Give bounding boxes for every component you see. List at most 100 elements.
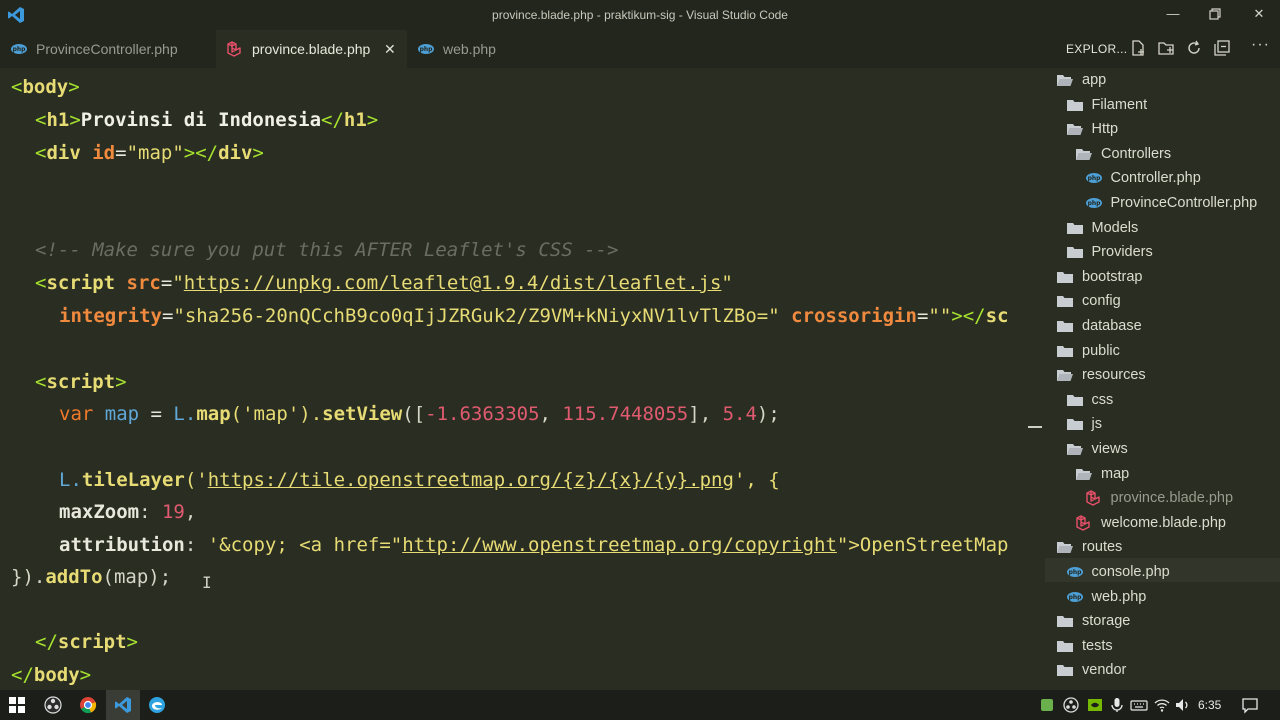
windows-start-icon[interactable] bbox=[7, 695, 27, 715]
token: src bbox=[115, 272, 161, 294]
wifi-icon[interactable] bbox=[1152, 695, 1172, 715]
folder-icon bbox=[1056, 293, 1074, 309]
token: body bbox=[22, 76, 69, 98]
title-bar: province.blade.php - praktikum-sig - Vis… bbox=[0, 0, 1280, 30]
php-icon: php bbox=[418, 44, 434, 54]
close-tab-icon[interactable]: ✕ bbox=[384, 30, 396, 68]
folder-icon bbox=[1066, 244, 1084, 260]
tree-item-label: web.php bbox=[1091, 588, 1147, 605]
tree-item-label: welcome.blade.php bbox=[1101, 514, 1226, 531]
tree-item-label: public bbox=[1082, 342, 1120, 359]
token: L. bbox=[59, 469, 82, 491]
obs-icon[interactable] bbox=[43, 695, 63, 715]
tree-item-label: storage bbox=[1082, 613, 1131, 630]
laravel-icon bbox=[1085, 490, 1103, 506]
token: < bbox=[35, 142, 47, 164]
php-icon: php bbox=[1085, 170, 1103, 186]
token: > bbox=[69, 109, 81, 131]
script-src-link[interactable]: https://unpkg.com/leaflet@1.9.4/dist/lea… bbox=[184, 272, 722, 294]
vscode-icon[interactable] bbox=[113, 695, 133, 715]
window-title: province.blade.php - praktikum-sig - Vis… bbox=[492, 8, 788, 22]
volume-icon[interactable] bbox=[1173, 695, 1193, 715]
tab-web-php[interactable]: php web.php bbox=[407, 30, 517, 68]
tree-item-label: routes bbox=[1082, 539, 1123, 556]
minimap-marker bbox=[1028, 426, 1042, 428]
tree-item-label: Filament bbox=[1091, 96, 1148, 113]
tab-province-controller[interactable]: php ProvinceController.php bbox=[0, 30, 214, 68]
folder-open-icon bbox=[1056, 367, 1074, 383]
php-icon: php bbox=[1085, 195, 1103, 211]
copyright-link[interactable]: http://www.openstreetmap.org/copyright bbox=[402, 534, 837, 556]
editor-tab-bar: php ProvinceController.php province.blad… bbox=[0, 30, 1045, 68]
php-icon: php bbox=[1066, 564, 1084, 580]
token: . bbox=[33, 566, 46, 588]
new-folder-icon[interactable] bbox=[1157, 39, 1175, 57]
php-icon: php bbox=[1066, 589, 1084, 605]
tree-item-label: database bbox=[1082, 318, 1142, 334]
tree-item-label: Providers bbox=[1091, 244, 1153, 261]
tab-label: ProvinceController.php bbox=[36, 41, 178, 57]
token: "map" bbox=[126, 142, 184, 164]
svg-text:php: php bbox=[13, 46, 27, 53]
token: < bbox=[35, 109, 47, 131]
token: , bbox=[539, 403, 563, 425]
token: }) bbox=[11, 566, 34, 588]
token: > bbox=[115, 371, 127, 393]
folder-icon bbox=[1056, 613, 1074, 629]
code-line: maxZoom: 19, bbox=[59, 496, 196, 529]
token: (map); bbox=[102, 566, 172, 588]
microphone-icon[interactable] bbox=[1107, 695, 1127, 715]
code-line: <script src="https://unpkg.com/leaflet@1… bbox=[35, 267, 733, 300]
token: setView bbox=[322, 403, 403, 425]
close-icon[interactable]: ✕ bbox=[1248, 4, 1270, 24]
code-line: var map = L.map('map').setView([-1.63633… bbox=[59, 398, 780, 431]
notifications-icon[interactable] bbox=[1240, 695, 1260, 715]
token: = bbox=[150, 403, 162, 425]
token: = bbox=[161, 305, 174, 327]
token: </ bbox=[11, 664, 34, 686]
svg-text:php: php bbox=[420, 46, 434, 53]
tab-province-blade[interactable]: province.blade.php ✕ bbox=[216, 30, 407, 68]
nvidia-icon[interactable] bbox=[1085, 695, 1105, 715]
tree-item-label: province.blade.php bbox=[1110, 490, 1234, 507]
windows-taskbar: 6:35 bbox=[0, 690, 1280, 720]
token: " bbox=[172, 272, 184, 294]
tray-app-icon[interactable] bbox=[1039, 695, 1055, 715]
token: = bbox=[916, 305, 929, 327]
token: integrity bbox=[59, 305, 162, 327]
folder-open-icon bbox=[1056, 539, 1074, 555]
token: h1 bbox=[46, 109, 70, 131]
token: div bbox=[46, 142, 81, 164]
token: tileLayer bbox=[81, 469, 185, 491]
collapse-all-icon[interactable] bbox=[1213, 39, 1231, 57]
token: crossorigin bbox=[779, 305, 917, 327]
tile-url-link[interactable]: https://tile.openstreetmap.org/{z}/{x}/{… bbox=[208, 469, 734, 491]
keyboard-icon[interactable] bbox=[1129, 695, 1149, 715]
folder-icon bbox=[1056, 318, 1074, 334]
folder-open-icon bbox=[1075, 466, 1093, 482]
folder-icon bbox=[1066, 392, 1084, 408]
clock-time[interactable]: 6:35 bbox=[1198, 698, 1221, 712]
chrome-icon[interactable] bbox=[78, 695, 98, 715]
refresh-icon[interactable] bbox=[1185, 39, 1203, 57]
token: (' bbox=[184, 469, 208, 491]
code-line: attribution: '&copy; <a href="http://www… bbox=[59, 529, 1008, 562]
restore-icon[interactable] bbox=[1204, 4, 1226, 24]
more-actions-icon[interactable]: ··· bbox=[1251, 36, 1269, 54]
tree-item-label: resources bbox=[1082, 367, 1146, 384]
explorer-header: EXPLOR... ··· bbox=[1045, 30, 1280, 68]
code-editor[interactable]: <body> <h1>Provinsi di Indonesia</h1> <d… bbox=[0, 68, 1045, 690]
token: > bbox=[79, 664, 92, 686]
edge-icon[interactable] bbox=[147, 695, 167, 715]
code-line: <div id="map"></div> bbox=[35, 137, 264, 170]
tray-obs-icon[interactable] bbox=[1061, 695, 1081, 715]
folder-icon bbox=[1056, 269, 1074, 285]
token: : bbox=[139, 501, 162, 523]
new-file-icon[interactable] bbox=[1129, 39, 1147, 57]
code-line: <script> bbox=[35, 366, 127, 399]
tree-item-label: app bbox=[1082, 72, 1107, 88]
tree-item-label: views bbox=[1091, 441, 1128, 457]
token: = bbox=[115, 142, 127, 164]
minimize-icon[interactable]: — bbox=[1162, 4, 1184, 24]
tree-item-label: config bbox=[1082, 293, 1121, 310]
